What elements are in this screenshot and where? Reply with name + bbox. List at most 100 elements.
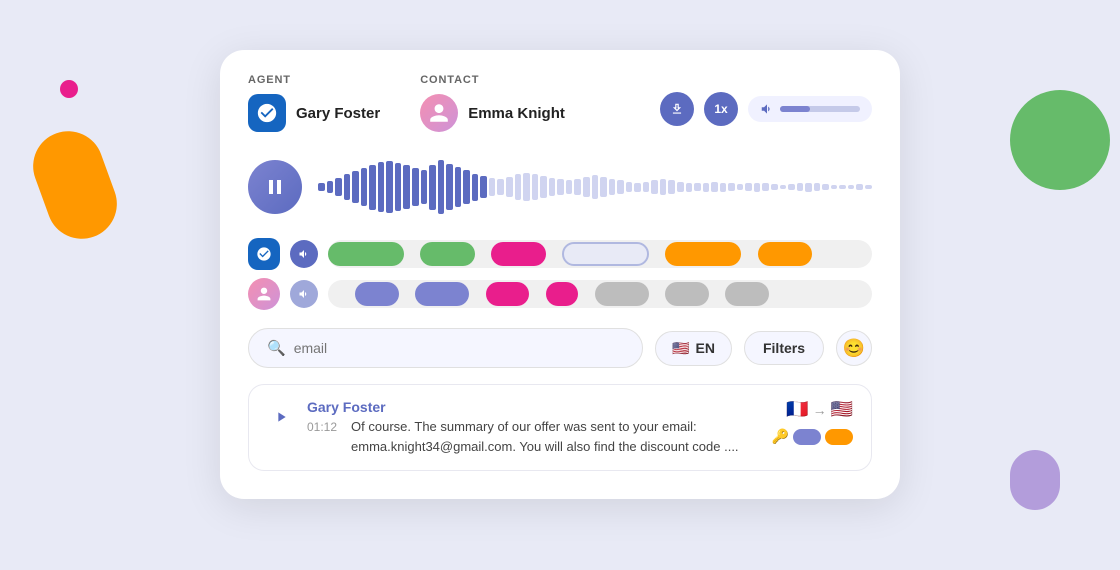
volume-bar [780, 106, 860, 112]
waveform-bar [583, 177, 590, 197]
transcript-text: Of course. The summary of our offer was … [351, 417, 756, 456]
waveform-container[interactable] [318, 152, 872, 222]
waveform-bar [771, 184, 778, 189]
track-segment [725, 282, 769, 306]
waveform-bar [429, 165, 436, 210]
waveform-bar [438, 160, 445, 214]
contact-track-line[interactable] [328, 280, 872, 308]
waveform-bar [506, 177, 513, 197]
waveform-bar [515, 174, 522, 199]
waveform-bar [634, 183, 641, 192]
waveform-bars [318, 157, 872, 217]
track-segment [562, 242, 649, 266]
waveform-bar [703, 183, 710, 192]
waveform-bar [369, 165, 376, 210]
emoji-button[interactable]: 😊 [836, 330, 872, 366]
waveform-bar [344, 174, 351, 199]
contact-track-row [248, 278, 872, 310]
agent-track-line[interactable] [328, 240, 872, 268]
waveform-bar [386, 161, 393, 213]
decoration-orange-pill [23, 121, 126, 248]
track-segment [595, 282, 649, 306]
waveform-bar [797, 183, 804, 190]
search-box[interactable]: 🔍 [248, 328, 643, 368]
waveform-bar [318, 183, 325, 190]
track-segment [420, 242, 474, 266]
waveform-bar [762, 183, 769, 190]
agent-track-avatar [248, 238, 280, 270]
persons-row: AGENT Gary Foster CONTACT Emma Knight [248, 74, 565, 132]
waveform-bar [720, 183, 727, 192]
waveform-bar [865, 185, 872, 190]
waveform-bar [651, 180, 658, 194]
transcript-card: Gary Foster 01:12 Of course. The summary… [248, 384, 872, 471]
language-button[interactable]: 🇺🇸 EN [655, 331, 732, 366]
key-icon: 🔑 [772, 428, 789, 445]
lang-label: EN [696, 340, 715, 356]
track-segment [355, 282, 399, 306]
flag-icon: 🇺🇸 [672, 340, 689, 357]
transcript-meta: Gary Foster 01:12 Of course. The summary… [307, 399, 756, 456]
agent-name: Gary Foster [296, 105, 380, 122]
waveform-bar [540, 176, 547, 198]
track-segment [665, 242, 741, 266]
waveform-bar [395, 163, 402, 212]
download-button[interactable] [660, 92, 694, 126]
transcript-right: 🇫🇷 → 🇺🇸 🔑 [772, 399, 853, 445]
search-icon: 🔍 [267, 339, 286, 357]
contact-section: CONTACT Emma Knight [420, 74, 565, 132]
search-input[interactable] [294, 340, 624, 356]
audio-controls: 1x [660, 92, 872, 126]
waveform-bar [643, 182, 650, 193]
tag-row: 🔑 [772, 428, 853, 445]
search-row: 🔍 🇺🇸 EN Filters 😊 [248, 328, 872, 368]
card-header: AGENT Gary Foster CONTACT Emma Knight [248, 74, 872, 132]
waveform-bar [831, 185, 838, 190]
track-segment [758, 242, 812, 266]
waveform-bar [728, 183, 735, 190]
waveform-bar [335, 178, 342, 196]
waveform-bar [480, 176, 487, 199]
translation-arrow: → [813, 402, 827, 418]
waveform-bar [361, 168, 368, 206]
contact-avatar [420, 94, 458, 132]
waveform-bar [626, 182, 633, 193]
decoration-pink-dot [60, 80, 78, 98]
waveform-bar [327, 181, 334, 194]
waveform-bar [754, 183, 761, 192]
waveform-bar [421, 170, 428, 204]
waveform-bar [446, 164, 453, 211]
transcript-left: Gary Foster 01:12 Of course. The summary… [267, 399, 756, 456]
pause-button[interactable] [248, 160, 302, 214]
waveform-bar [677, 182, 684, 193]
track-segment [491, 242, 545, 266]
contact-name: Emma Knight [468, 105, 565, 122]
waveform-bar [805, 183, 812, 192]
agent-track-row [248, 238, 872, 270]
contact-track-avatar [248, 278, 280, 310]
track-segment [328, 242, 404, 266]
waveform-bar [600, 177, 607, 197]
waveform-bar [455, 167, 462, 208]
waveform-bar [574, 179, 581, 195]
transcript-play-button[interactable] [267, 403, 295, 431]
waveform-bar [814, 183, 821, 190]
waveform-bar [489, 178, 496, 196]
contact-row: Emma Knight [420, 94, 565, 132]
waveform-bar [592, 175, 599, 198]
speed-button[interactable]: 1x [704, 92, 738, 126]
waveform-bar [711, 182, 718, 193]
filters-button[interactable]: Filters [744, 331, 824, 365]
waveform-bar [737, 184, 744, 189]
waveform-bar [472, 174, 479, 201]
transcript-timestamp: 01:12 [307, 420, 337, 434]
flag-fr: 🇫🇷 [786, 399, 808, 420]
waveform-bar [557, 179, 564, 195]
waveform-bar [660, 179, 667, 195]
waveform-section [248, 152, 872, 222]
tag-orange [825, 429, 853, 445]
volume-control[interactable] [748, 96, 872, 122]
waveform-bar [780, 185, 787, 190]
decoration-green-circle [1010, 90, 1110, 190]
waveform-bar [686, 183, 693, 192]
